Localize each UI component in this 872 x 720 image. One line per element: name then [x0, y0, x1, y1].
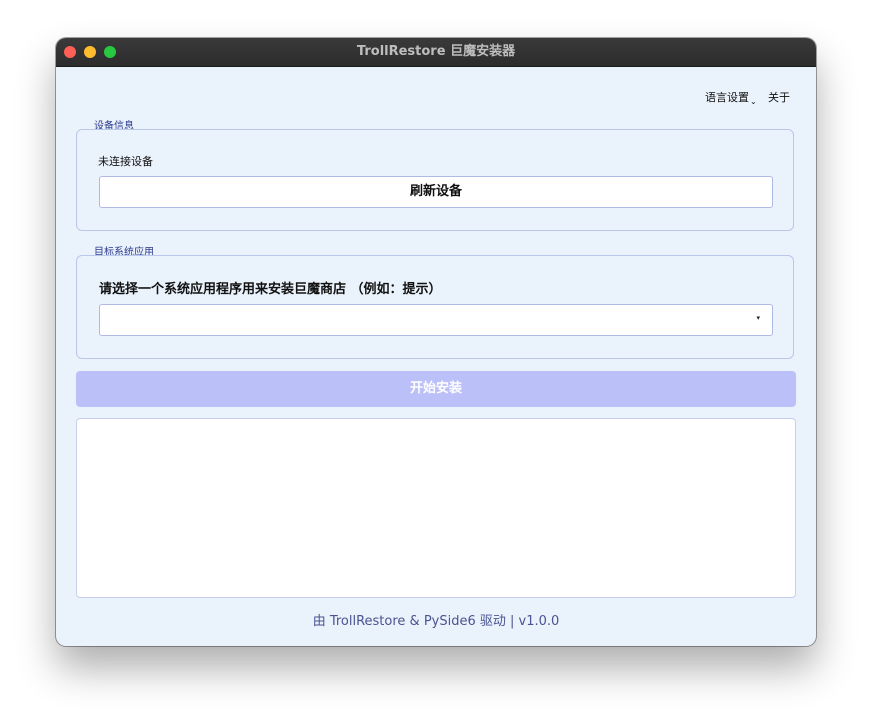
system-app-select[interactable]: ▾: [99, 304, 773, 336]
refresh-device-button[interactable]: 刷新设备: [99, 176, 773, 208]
window-title: TrollRestore 巨魔安装器: [356, 44, 516, 59]
footer-credit: 由 TrollRestore & PySide6 驱动 | v1.0.0: [312, 614, 560, 629]
log-output[interactable]: [76, 418, 796, 598]
language-settings-menu[interactable]: 语言设置⌄: [705, 89, 757, 106]
title-bar[interactable]: TrollRestore 巨魔安装器: [56, 38, 816, 67]
language-menu-label: 语言设置: [705, 91, 749, 104]
device-status-label: 未连接设备: [98, 155, 153, 168]
chevron-down-icon: ⌄: [750, 97, 757, 106]
about-menu[interactable]: 关于: [768, 89, 790, 105]
triangle-down-icon: ▾: [756, 314, 760, 322]
start-install-button[interactable]: 开始安装: [76, 371, 796, 407]
target-app-prompt: 请选择一个系统应用程序用来安装巨魔商店 （例如：提示）: [99, 282, 442, 297]
app-window: TrollRestore 巨魔安装器 语言设置⌄ 关于 设备信息 未连接设备 刷…: [56, 38, 816, 646]
